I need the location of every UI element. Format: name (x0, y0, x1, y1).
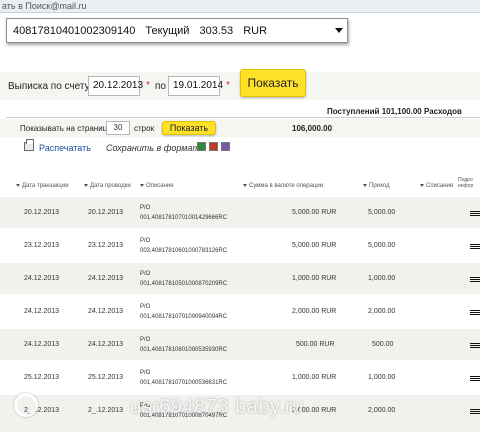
per-page-input[interactable]: 30 (106, 121, 130, 135)
required-mark: * (146, 80, 150, 91)
date-from-input[interactable]: 20.12.2013 (88, 76, 143, 96)
cell-income: 500.00 (372, 341, 394, 348)
actions-bar: Распечатать Сохранить в формате (0, 139, 480, 157)
table-row[interactable]: 24.12.2013 24.12.2013 P/O 001,40817810701… (0, 296, 480, 327)
col-date-tx[interactable]: Дата транзакции (16, 183, 69, 189)
required-mark: * (226, 80, 230, 91)
cell-income: 2,000.00 (368, 308, 396, 315)
period-from-label: Выписка по счету с (8, 81, 98, 92)
cell-amount: 1,000.00 RUR (292, 275, 337, 282)
date-to-input[interactable]: 19.01.2014 (168, 76, 223, 96)
save-format-label: Сохранить в формате (106, 143, 205, 153)
txt-icon[interactable] (221, 142, 230, 151)
cell-date-post: 20.12.2013 (88, 209, 124, 216)
table-row[interactable]: 25.12.2013 25.12.2013 P/O 001,40817810701… (0, 362, 480, 393)
cell-date-tx: 24.12.2013 (24, 308, 60, 315)
cell-income: 5,000.00 (368, 242, 396, 249)
col-debit[interactable]: Списания (420, 183, 453, 189)
per-page-label: Показывать на странице (20, 124, 112, 133)
details-menu-icon[interactable] (470, 376, 480, 381)
cell-amount: 500.00 RUR (296, 341, 335, 348)
cell-date-tx: 24.12.2013 (24, 341, 60, 348)
cell-amount: 1,000.00 RUR (292, 374, 337, 381)
table-row[interactable]: 20.12.2013 20.12.2013 P/O 001,40817810701… (0, 197, 480, 228)
account-select[interactable]: 40817810401002309140 Текущий 303.53 RUR (6, 18, 348, 43)
sort-icon (243, 183, 247, 187)
cell-date-post: 24.12.2013 (88, 341, 124, 348)
account-type: Текущий (145, 24, 190, 37)
sort-icon (140, 183, 144, 187)
chevron-down-icon[interactable] (331, 19, 347, 42)
bookmarks-bar: ать в Поиск@mail.ru (0, 0, 480, 13)
details-menu-icon[interactable] (470, 310, 480, 315)
col-details: Подро инфор (458, 177, 474, 189)
cell-date-post: 23.12.2013 (88, 242, 124, 249)
show-statement-button[interactable]: Показать (240, 69, 306, 97)
sort-icon (16, 183, 20, 187)
summary-outgoing-label: Расходов (424, 107, 462, 116)
sort-icon (420, 183, 424, 187)
cell-income: 1,000.00 (368, 374, 396, 381)
per-page-unit: строк (134, 124, 155, 133)
period-to-label: по (155, 81, 166, 92)
cell-amount: 2,000.00 RUR (292, 308, 337, 315)
col-date-post[interactable]: Дата проводки (84, 183, 131, 189)
account-number: 40817810401002309140 (13, 24, 136, 37)
table-row[interactable]: 23.12.2013 23.12.2013 P/O 003,40817810601… (0, 230, 480, 261)
cell-date-tx: 25.12.2013 (24, 374, 60, 381)
table-row[interactable]: 24.12.2013 24.12.2013 P/O 001,40817810501… (0, 263, 480, 294)
details-menu-icon[interactable] (470, 211, 480, 216)
col-desc[interactable]: Описание (140, 183, 174, 189)
account-select-value: 40817810401002309140 Текущий 303.53 RUR (7, 25, 331, 37)
details-menu-icon[interactable] (470, 409, 480, 414)
apply-paging-button[interactable]: Показать (162, 121, 216, 135)
cell-date-post: 24.12.2013 (88, 275, 124, 282)
cell-desc: P/O 001,40817810701001429666RC (140, 205, 228, 221)
sort-icon (84, 183, 88, 187)
details-menu-icon[interactable] (470, 343, 480, 348)
col-income[interactable]: Приход (363, 183, 390, 189)
cell-income: 5,000.00 (368, 209, 396, 216)
cell-income: 2,000.00 (368, 407, 396, 414)
cell-date-tx: 20.12.2013 (24, 209, 60, 216)
cell-desc: P/O 001,40817810701000940094RC (140, 304, 228, 320)
watermark: usr694873 baby.ru (130, 396, 304, 418)
details-menu-icon[interactable] (470, 244, 480, 249)
cell-amount: 5,000.00 RUR (292, 209, 337, 216)
cell-income: 1,000.00 (368, 275, 396, 282)
cell-amount: 5,000.00 RUR (292, 242, 337, 249)
print-link[interactable]: Распечатать (39, 143, 91, 153)
account-balance: 303.53 (199, 24, 234, 37)
xls-icon[interactable] (197, 142, 206, 151)
cell-date-post: 24.12.2013 (88, 308, 124, 315)
cell-date-tx: 24.12.2013 (24, 275, 60, 282)
cell-desc: P/O 001,40817810701000536631RC (140, 370, 228, 386)
table-header: Дата транзакции Дата проводки Описание С… (0, 177, 480, 197)
table-row[interactable]: 24.12.2013 24.12.2013 P/O 001,40817810801… (0, 329, 480, 360)
summary-incoming: Поступлений 101,100.00 (327, 107, 422, 116)
paging-bar: Показывать на странице 30 строк (0, 119, 480, 137)
cell-desc: P/O 001,40817810501000870209RC (140, 271, 228, 287)
watermark-logo-icon (14, 393, 38, 417)
csv-icon[interactable] (209, 142, 218, 151)
cell-date-post: 2_.12.2013 (88, 407, 124, 414)
divider (6, 117, 480, 118)
summary-outgoing-value: 106,000.00 (292, 124, 333, 133)
sort-icon (363, 183, 367, 187)
cell-date-post: 25.12.2013 (88, 374, 124, 381)
account-currency: RUR (243, 24, 268, 37)
printer-icon[interactable] (24, 139, 34, 151)
cell-date-tx: 23.12.2013 (24, 242, 60, 249)
col-amount[interactable]: Сумма в валюте операции (243, 183, 323, 189)
details-menu-icon[interactable] (470, 277, 480, 282)
cell-desc: P/O 003,40817810601000783126RC (140, 238, 228, 254)
cell-desc: P/O 001,40817810801000535930RC (140, 337, 228, 353)
bookmark-link[interactable]: ать в Поиск@mail.ru (2, 1, 86, 11)
